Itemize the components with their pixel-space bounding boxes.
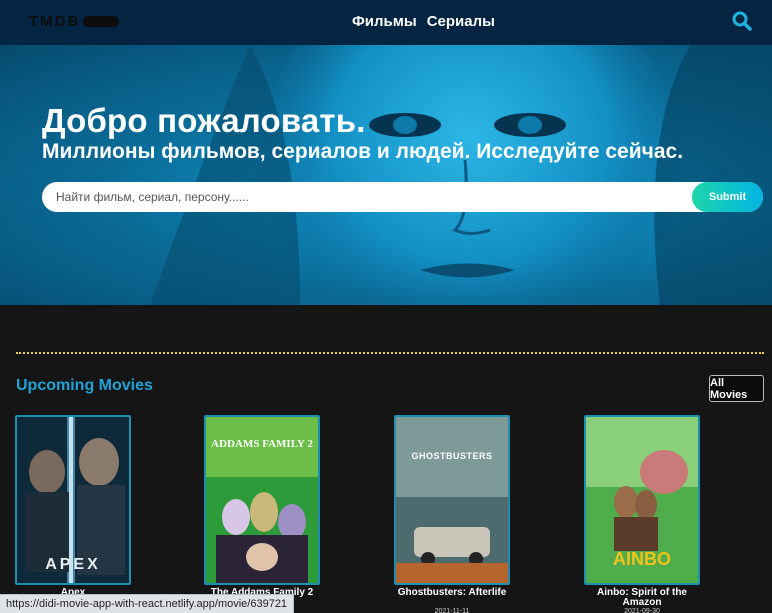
section-divider [16,352,764,354]
nav-movies[interactable]: Фильмы [352,13,417,30]
movie-poster[interactable]: AINBO [584,415,700,585]
submit-button[interactable]: Submit [692,182,763,212]
main-nav: Фильмы Сериалы [352,13,495,30]
section-title: Upcoming Movies [16,377,153,394]
movie-date: 2021-11-11 [434,608,470,613]
movie-poster[interactable]: APEX [15,415,131,585]
logo-text: TMDB [29,12,81,30]
top-header: TMDB Фильмы Сериалы [0,0,772,45]
hero-title: Добро пожаловать. [42,102,366,139]
movie-date: 2021-09-30 [624,608,660,613]
movie-title: Ghostbusters: Afterlife [397,587,507,598]
movie-card[interactable]: APEX Apex [15,415,131,613]
all-movies-button[interactable]: All Movies [709,375,764,402]
movie-poster[interactable]: ADDAMS FAMILY 2 [204,415,320,585]
movie-card[interactable]: AINBO Ainbo: Spirit of the Amazon 2021-0… [584,415,700,613]
movie-poster[interactable]: GHOSTBUSTERS [394,415,510,585]
hero-subtitle: Миллионы фильмов, сериалов и людей. Иссл… [42,140,684,163]
poster-text: ADDAMS FAMILY 2 [211,438,313,450]
logo-pill [83,15,120,27]
hero-banner: Добро пожаловать. Миллионы фильмов, сери… [0,45,772,305]
poster-text: APEX [45,556,101,573]
hero-background-image [150,45,772,305]
search-input[interactable] [56,188,676,206]
browser-status-url: https://didi-movie-app-with-react.netlif… [0,594,295,613]
poster-text: AINBO [613,549,671,569]
movie-card[interactable]: GHOSTBUSTERS Ghostbusters: Afterlife 202… [394,415,510,613]
page: TMDB Фильмы Сериалы Добро пожаловать. Ми… [0,0,772,613]
movie-title: Ainbo: Spirit of the Amazon [597,587,687,608]
poster-text: GHOSTBUSTERS [411,451,492,461]
movie-card[interactable]: ADDAMS FAMILY 2 The Addams Family 2 [204,415,320,613]
nav-tv-shows[interactable]: Сериалы [427,13,495,30]
hero-search-bar: Submit [42,182,763,212]
search-icon[interactable] [731,10,753,32]
logo[interactable]: TMDB [29,12,120,30]
